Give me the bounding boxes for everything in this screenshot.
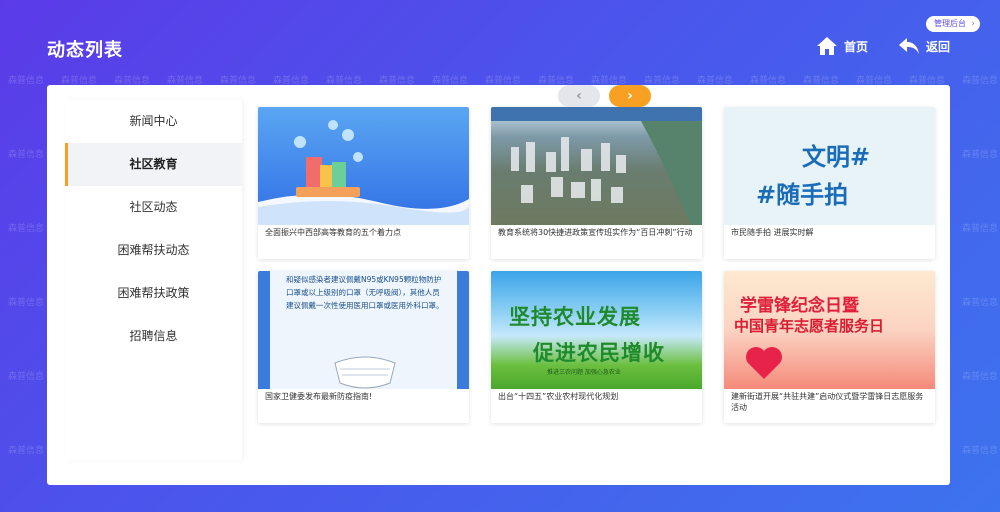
back-arrow-icon (899, 38, 919, 54)
back-button[interactable]: 返回 (898, 36, 950, 56)
chevron-right-icon: › (971, 19, 975, 29)
mask-icon (334, 356, 396, 389)
sidebar: 新闻中心 社区教育 社区动态 困难帮扶动态 困难帮扶政策 招聘信息 (65, 100, 242, 460)
news-caption: 出台“十四五”农业农村现代化规划 (498, 392, 619, 401)
sidebar-item-recruitment[interactable]: 招聘信息 (65, 315, 242, 358)
news-caption: 教育系统将30快捷进政策宣传班实作为“百日冲刺”行动 (498, 228, 693, 237)
news-caption: 全面振兴中西部高等教育的五个着力点 (265, 228, 401, 237)
sidebar-item-aid-news[interactable]: 困难帮扶动态 (65, 229, 242, 272)
admin-button[interactable]: 管理后台 › (926, 16, 980, 32)
content-panel: 新闻中心 社区教育 社区动态 困难帮扶动态 困难帮扶政策 招聘信息 全面振兴中西… (47, 85, 950, 485)
watermark-text: 森普信息 (8, 372, 45, 382)
poster-text-agriculture: 坚持农业发展 (509, 305, 641, 329)
watermark-text: 森普信息 (962, 76, 999, 86)
back-label: 返回 (926, 39, 951, 54)
mask-guideline-poster: 和疑似感染者建议佩戴N95或KN95颗粒物防护口罩或以上级别的口罩（无呼吸阀），… (258, 271, 469, 389)
education-illustration (258, 107, 469, 225)
home-label: 首页 (844, 39, 869, 54)
news-card[interactable]: 坚持农业发展 促进农民增收 推进三农问题 加强心急农业 出台“十四五”农业农村现… (491, 271, 702, 423)
news-card[interactable]: 学雷锋纪念日暨 中国青年志愿者服务日 建新街道开展“共驻共建”启动仪式暨学雷锋日… (724, 271, 935, 423)
news-caption: 市民随手拍 进展实时解 (731, 228, 814, 237)
civilization-poster: 文明# #随手拍 (724, 107, 935, 225)
news-caption: 建新街道开展“共驻共建”启动仪式暨学雷锋日志愿服务活动 (731, 392, 924, 412)
poster-text-civilization: 文明# (802, 143, 871, 171)
watermark-text: 森普信息 (8, 446, 45, 456)
watermark-text: 森普信息 (8, 76, 45, 86)
prev-page-button[interactable]: ‹ (558, 85, 600, 107)
heart-icon (746, 347, 782, 379)
watermark-text: 森普信息 (8, 224, 45, 234)
watermark-text: 森普信息 (962, 150, 999, 160)
watermark-text: 森普信息 (962, 372, 999, 382)
admin-button-label: 管理后台 (934, 19, 966, 28)
volunteer-poster: 学雷锋纪念日暨 中国青年志愿者服务日 (724, 271, 935, 389)
poster-text-mask-advice: 和疑似感染者建议佩戴N95或KN95颗粒物防护口罩或以上级别的口罩（无呼吸阀），… (286, 275, 444, 310)
poster-text-snapshot: #随手拍 (756, 181, 849, 209)
poster-text-volunteer: 中国青年志愿者服务日 (734, 317, 885, 335)
sidebar-item-news-center[interactable]: 新闻中心 (65, 100, 242, 143)
poster-text-farmers: 促进农民增收 (533, 341, 665, 365)
sidebar-item-community-education[interactable]: 社区教育 (65, 143, 242, 186)
poster-subtitle: 推进三农问题 加强心急农业 (547, 369, 621, 376)
watermark-text: 森普信息 (8, 298, 45, 308)
page-title: 动态列表 (47, 40, 123, 61)
home-icon (817, 37, 837, 55)
sidebar-item-aid-policy[interactable]: 困难帮扶政策 (65, 272, 242, 315)
news-card[interactable]: 全面振兴中西部高等教育的五个着力点 (258, 107, 469, 259)
news-card[interactable]: 教育系统将30快捷进政策宣传班实作为“百日冲刺”行动 (491, 107, 702, 259)
next-page-button[interactable]: › (609, 85, 651, 107)
news-caption: 国家卫健委发布最新防疫指南! (265, 392, 373, 401)
watermark-text: 森普信息 (962, 446, 999, 456)
sidebar-item-community-news[interactable]: 社区动态 (65, 186, 242, 229)
home-button[interactable]: 首页 (816, 36, 868, 56)
watermark-text: 森普信息 (962, 224, 999, 234)
agriculture-poster: 坚持农业发展 促进农民增收 推进三农问题 加强心急农业 (491, 271, 702, 389)
watermark-text: 森普信息 (8, 150, 45, 160)
watermark-text: 森普信息 (962, 298, 999, 308)
news-card[interactable]: 文明# #随手拍 市民随手拍 进展实时解 (724, 107, 935, 259)
poster-text-leifeng: 学雷锋纪念日暨 (740, 296, 859, 316)
news-card[interactable]: 和疑似感染者建议佩戴N95或KN95颗粒物防护口罩或以上级别的口罩（无呼吸阀），… (258, 271, 469, 423)
city-aerial-photo (491, 107, 702, 225)
